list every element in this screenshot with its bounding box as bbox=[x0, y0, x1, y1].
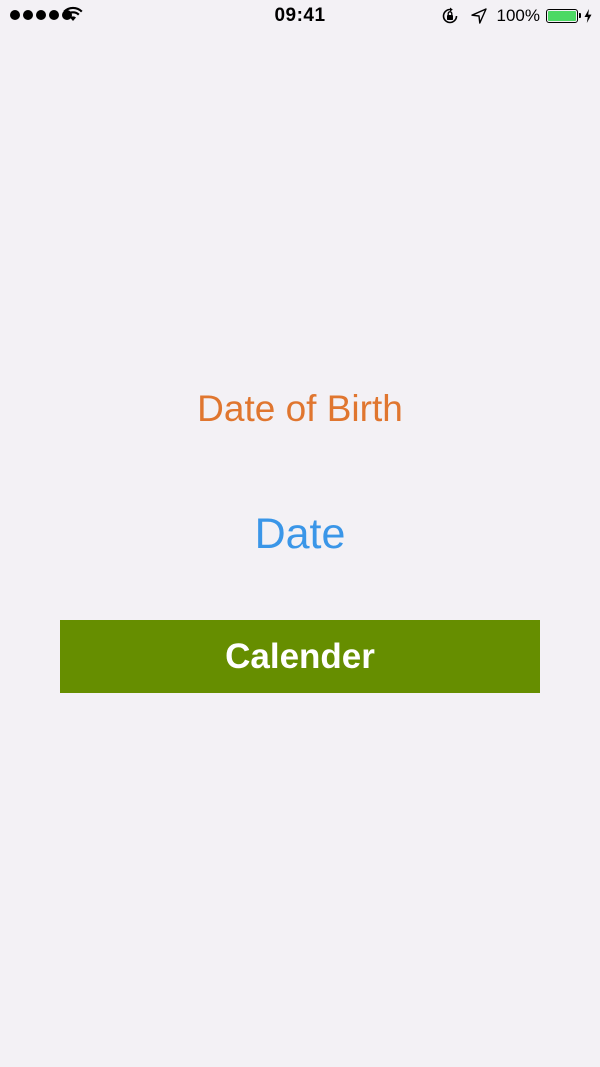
date-of-birth-title: Date of Birth bbox=[197, 388, 403, 429]
charging-bolt-icon bbox=[584, 9, 592, 23]
calendar-button[interactable]: Calender bbox=[60, 620, 540, 693]
battery-nub bbox=[579, 13, 581, 18]
status-right-group: 100% bbox=[441, 5, 592, 27]
date-value-label[interactable]: Date bbox=[0, 506, 600, 562]
battery-percentage: 100% bbox=[496, 6, 540, 25]
status-bar: 09:41 100% bbox=[0, 0, 600, 34]
orientation-lock-icon bbox=[442, 7, 457, 24]
battery-icon bbox=[546, 9, 581, 23]
battery-fill bbox=[548, 11, 576, 21]
location-arrow-icon bbox=[470, 8, 487, 24]
